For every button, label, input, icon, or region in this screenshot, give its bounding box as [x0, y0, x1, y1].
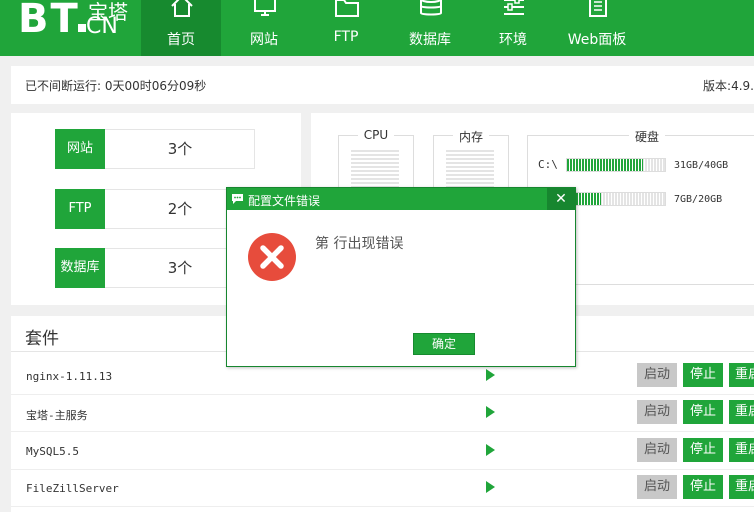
play-icon[interactable]: [486, 406, 495, 418]
website-count[interactable]: 网站 3个: [55, 129, 255, 169]
stop-button[interactable]: 停止: [683, 475, 723, 499]
nav-ftp-label: FTP: [333, 29, 359, 45]
service-name: nginx-1.11.13: [26, 370, 113, 383]
dialog-message: 第 行出现错误: [315, 236, 404, 252]
ftp-count-label: FTP: [55, 189, 105, 229]
start-button[interactable]: 启动: [637, 475, 677, 499]
nav-websites[interactable]: 网站: [224, 0, 304, 56]
play-icon[interactable]: [486, 369, 495, 381]
disk-usage-text: 31GB/40GB: [674, 160, 729, 171]
stop-button[interactable]: 停止: [683, 363, 723, 387]
suite-title: 套件: [25, 329, 59, 349]
close-icon[interactable]: ✕: [547, 188, 575, 210]
play-icon[interactable]: [486, 444, 495, 456]
home-icon: [171, 0, 193, 17]
disk-usage-fill: [567, 159, 644, 171]
service-name: 宝塔-主服务: [26, 409, 88, 422]
nav-home-label: 首页: [167, 32, 195, 48]
service-name: MySQL5.5: [26, 445, 79, 458]
stop-button[interactable]: 停止: [683, 438, 723, 462]
memory-label: 内存: [452, 130, 489, 144]
dialog-title: 配置文件错误: [248, 194, 321, 208]
service-row: FileZillServer 启动 停止 重启: [11, 470, 754, 507]
disk-usage-bar: [566, 192, 666, 206]
dialog-header: 配置文件错误 ✕: [227, 188, 575, 210]
restart-button[interactable]: 重启: [729, 400, 754, 424]
disk-usage-bar: [566, 158, 666, 172]
stop-button[interactable]: 停止: [683, 400, 723, 424]
monitor-icon: [254, 0, 276, 16]
service-row: MySQL5.5 启动 停止 重启: [11, 433, 754, 470]
database-count-label: 数据库: [55, 248, 105, 288]
logo-text: BT: [18, 0, 80, 42]
restart-button[interactable]: 重启: [729, 475, 754, 499]
start-button[interactable]: 启动: [637, 438, 677, 462]
nav-database-label: 数据库: [409, 32, 451, 48]
service-name: FileZillServer: [26, 482, 119, 495]
disk-name: C:\: [538, 158, 558, 171]
cpu-label: CPU: [357, 128, 395, 142]
nav-web-panel-label: Web面板: [567, 32, 627, 48]
nav-home[interactable]: 首页: [141, 0, 221, 56]
logo-suffix: CN: [86, 14, 118, 39]
nav-websites-label: 网站: [250, 32, 278, 48]
database-count[interactable]: 数据库 3个: [55, 248, 255, 288]
ftp-count[interactable]: FTP 2个: [55, 189, 255, 229]
status-bar: 已不间断运行: 0天00时06分09秒 版本:4.9.: [11, 66, 754, 104]
start-button[interactable]: 启动: [637, 400, 677, 424]
document-icon: [589, 0, 607, 17]
sliders-icon: [504, 0, 524, 15]
ok-button[interactable]: 确定: [413, 333, 475, 355]
start-button[interactable]: 启动: [637, 363, 677, 387]
nav-environment[interactable]: 环境: [473, 0, 553, 56]
error-icon: [248, 233, 296, 281]
disk-usage-text: 7GB/20GB: [674, 194, 723, 205]
nav-web-panel[interactable]: Web面板: [557, 0, 637, 56]
nav-ftp[interactable]: FTP: [306, 0, 386, 56]
website-count-label: 网站: [55, 129, 105, 169]
config-error-dialog: 配置文件错误 ✕ 第 行出现错误 确定: [226, 187, 576, 367]
logo-dot: [78, 24, 86, 32]
restart-button[interactable]: 重启: [729, 438, 754, 462]
bt-logo[interactable]: BT 宝塔 CN: [14, 0, 134, 42]
version-text: 版本:4.9.: [703, 79, 754, 93]
top-nav-bar: BT 宝塔 CN 首页 网站 FTP 数据库 环境 Web面板: [0, 0, 754, 56]
database-icon: [420, 0, 442, 16]
play-icon[interactable]: [486, 481, 495, 493]
disk-label: 硬盘: [628, 130, 665, 144]
service-row: 宝塔-主服务 启动 停止 重启: [11, 395, 754, 432]
folder-icon: [335, 0, 359, 17]
nav-database[interactable]: 数据库: [390, 0, 470, 56]
chat-bubble-icon: [232, 194, 243, 204]
uptime-text: 已不间断运行: 0天00时06分09秒: [25, 79, 207, 93]
website-count-value: 3个: [167, 140, 193, 158]
restart-button[interactable]: 重启: [729, 363, 754, 387]
nav-environment-label: 环境: [499, 32, 527, 48]
